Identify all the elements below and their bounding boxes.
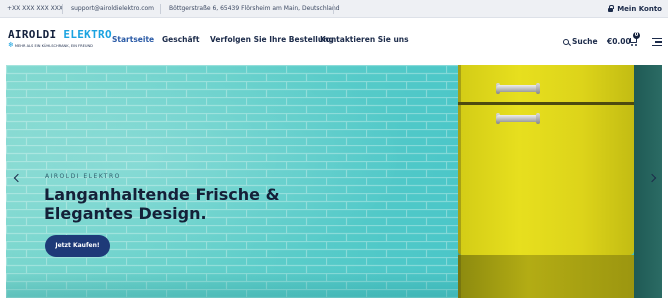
logo-tagline-row: ❄ MEHR ALS EIN KÜHLSCHRANK, EIN FREUND — [8, 42, 112, 49]
account-label: Mein Konto — [617, 5, 662, 13]
logo-part-1: AIROLDI — [8, 28, 57, 41]
search-icon — [563, 38, 569, 45]
phone-number[interactable]: +XX XXX XXX XXX — [7, 0, 63, 18]
nav-item-startseite[interactable]: Startseite — [112, 35, 154, 44]
cart-count-badge: 0 — [633, 32, 640, 39]
dark-side-panel — [634, 65, 662, 298]
shop-now-button[interactable]: Jetzt Kaufen! — [45, 235, 110, 257]
nav-item-geschaeft[interactable]: Geschäft — [162, 35, 199, 44]
support-email[interactable]: support@airoldielektro.com — [71, 0, 154, 18]
search-label: Suche — [572, 37, 598, 46]
wall-light-overlay — [6, 65, 458, 298]
site-header: AIROLDI ELEKTRO ❄ MEHR ALS EIN KÜHLSCHRA… — [0, 18, 668, 65]
fridge-base — [458, 255, 634, 298]
divider — [160, 4, 161, 14]
nav-item-bestellung-verfolgen[interactable]: Verfolgen Sie Ihre Bestellung — [210, 35, 334, 44]
fridge-image — [458, 65, 634, 255]
hero-slider — [6, 65, 662, 298]
my-account-link[interactable]: Mein Konto — [608, 0, 662, 18]
top-utility-bar: +XX XXX XXX XXX support@airoldielektro.c… — [0, 0, 668, 18]
cart-total[interactable]: €0.00 — [607, 37, 631, 46]
lock-icon — [608, 5, 614, 12]
logo-title: AIROLDI ELEKTRO — [8, 28, 112, 41]
logo-part-2: ELEKTRO — [63, 28, 112, 41]
menu-icon[interactable] — [652, 38, 662, 46]
nav-item-kontakt[interactable]: Kontaktieren Sie uns — [320, 35, 409, 44]
hero-eyebrow: AIROLDI ELEKTRO — [45, 173, 121, 180]
site-logo[interactable]: AIROLDI ELEKTRO ❄ MEHR ALS EIN KÜHLSCHRA… — [8, 28, 112, 49]
divider — [62, 4, 63, 14]
hero-headline-line-1: Langanhaltende Frische & — [44, 185, 280, 204]
fridge-edge — [458, 65, 461, 298]
hero-headline-line-2: Elegantes Design. — [44, 204, 207, 223]
search-button[interactable]: Suche — [563, 37, 598, 46]
store-address: Böttgerstraße 6, 65439 Flörsheim am Main… — [169, 5, 340, 12]
hero-headline: Langanhaltende Frische & Elegantes Desig… — [44, 185, 280, 223]
divider — [333, 4, 334, 14]
logo-tagline: MEHR ALS EIN KÜHLSCHRANK, EIN FREUND — [14, 43, 93, 48]
floor-shadow — [6, 270, 458, 298]
snowflake-icon: ❄ — [8, 41, 14, 49]
